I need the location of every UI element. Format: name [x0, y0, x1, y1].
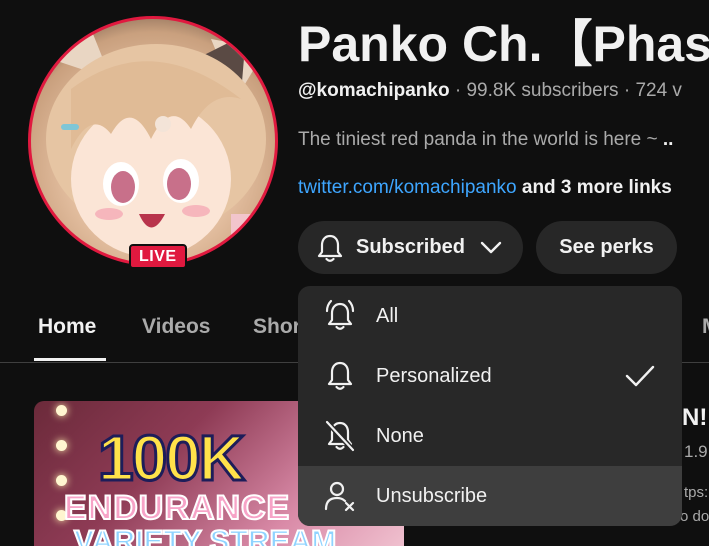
see-perks-button[interactable]: See perks — [536, 221, 677, 274]
menu-item-all[interactable]: All — [298, 286, 682, 346]
thumbnail-text-variety: VARIETY STREAM — [73, 524, 337, 546]
avatar[interactable] — [28, 16, 278, 266]
chevron-down-icon — [479, 240, 503, 256]
channel-title: Panko Ch.【Phas — [298, 16, 709, 72]
menu-item-label: All — [376, 304, 399, 327]
menu-item-none[interactable]: None — [298, 406, 682, 466]
menu-item-unsubscribe[interactable]: Unsubscribe — [298, 466, 682, 526]
subscribed-label: Subscribed — [356, 236, 465, 258]
more-links-button[interactable]: and 3 more links — [517, 177, 672, 198]
description-more[interactable]: .. — [663, 129, 674, 150]
menu-item-label: Unsubscribe — [376, 484, 488, 507]
checkmark-icon — [624, 362, 656, 390]
live-badge[interactable]: LIVE — [129, 244, 187, 269]
channel-page: LIVE Panko Ch.【Phas @komachipanko · 99.8… — [0, 0, 709, 546]
tab-shorts[interactable]: Shor — [253, 315, 301, 339]
channel-links: twitter.com/komachipanko and 3 more link… — [298, 177, 672, 199]
bell-icon — [322, 359, 358, 393]
bell-off-icon — [322, 419, 358, 453]
channel-handle: @komachipanko — [298, 80, 450, 101]
channel-avatar-area[interactable]: LIVE — [28, 16, 278, 269]
video-title[interactable]: N! — [682, 404, 707, 432]
notification-menu: All Personalized None Unsubscribe — [298, 286, 682, 526]
subscribed-button[interactable]: Subscribed — [298, 221, 523, 274]
tab-home[interactable]: Home — [38, 315, 96, 339]
thumbnail-text-100k: 100K — [97, 421, 247, 496]
description-text: The tiniest red panda in the world is he… — [298, 129, 663, 150]
video-description: tps: — [684, 484, 709, 501]
menu-item-label: None — [376, 424, 424, 447]
tab-more[interactable]: M — [702, 315, 709, 339]
thumbnail-text-endurance: ENDURANCE — [63, 488, 291, 528]
active-tab-indicator — [34, 358, 106, 361]
video-description: o do — [680, 508, 709, 525]
subscriber-count: 99.8K subscribers — [466, 80, 619, 101]
video-count: 724 v — [635, 80, 682, 101]
menu-item-label: Personalized — [376, 364, 492, 387]
channel-description[interactable]: The tiniest red panda in the world is he… — [298, 129, 673, 151]
twitter-link[interactable]: twitter.com/komachipanko — [298, 177, 517, 198]
channel-meta: @komachipanko · 99.8K subscribers · 724 … — [298, 80, 682, 102]
menu-item-personalized[interactable]: Personalized — [298, 346, 682, 406]
meta-separator: · — [618, 80, 636, 101]
person-remove-icon — [322, 479, 358, 513]
bell-ringing-icon — [322, 299, 358, 333]
bell-icon — [316, 233, 344, 263]
video-views: 1.9 — [684, 442, 708, 461]
meta-separator: · — [449, 80, 467, 101]
tab-videos[interactable]: Videos — [142, 315, 210, 339]
